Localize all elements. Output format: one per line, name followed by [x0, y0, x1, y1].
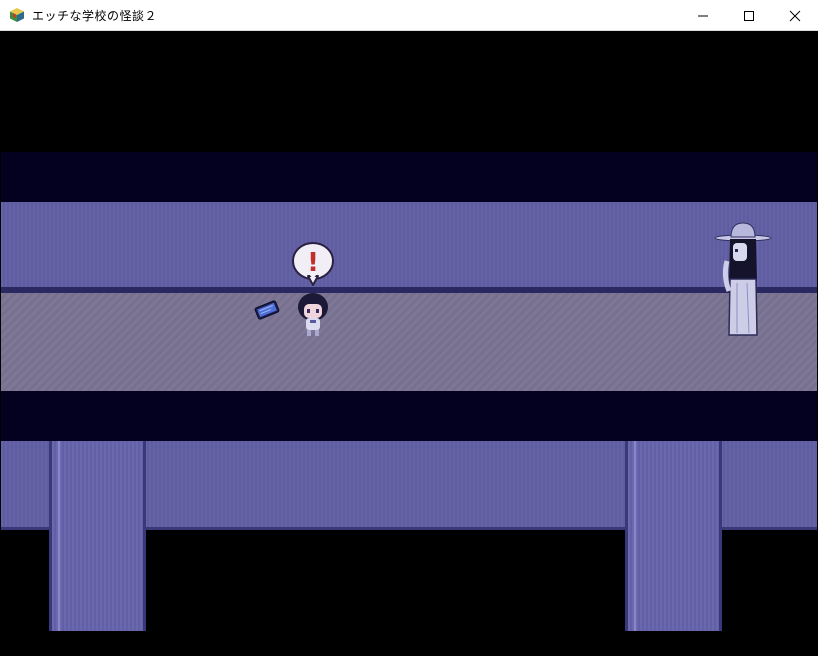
- ghost-woman-enemy: [714, 222, 772, 336]
- close-button[interactable]: [772, 0, 818, 31]
- window-controls: [680, 0, 818, 31]
- maximize-button[interactable]: [726, 0, 772, 31]
- window-title: エッチな学校の怪談２: [32, 8, 158, 23]
- game-app-icon: [9, 7, 25, 23]
- upper-wall: [1, 202, 817, 289]
- game-viewport[interactable]: !: [1, 31, 817, 655]
- maximize-icon: [744, 10, 754, 21]
- ceiling-dark-band: [1, 152, 817, 202]
- lower-dark-band: [1, 391, 817, 441]
- exclamation-mark: !: [307, 248, 319, 278]
- hallway-floor: [1, 293, 817, 391]
- smartphone-item[interactable]: [253, 299, 281, 321]
- exclamation-balloon: !: [292, 242, 334, 286]
- close-icon: [789, 10, 801, 21]
- player-character: [298, 293, 328, 336]
- pillar-right: [625, 441, 722, 631]
- minimize-button[interactable]: [680, 0, 726, 31]
- minimize-icon: [698, 15, 708, 16]
- pillar-left: [49, 441, 146, 631]
- window-titlebar: エッチな学校の怪談２: [0, 0, 818, 31]
